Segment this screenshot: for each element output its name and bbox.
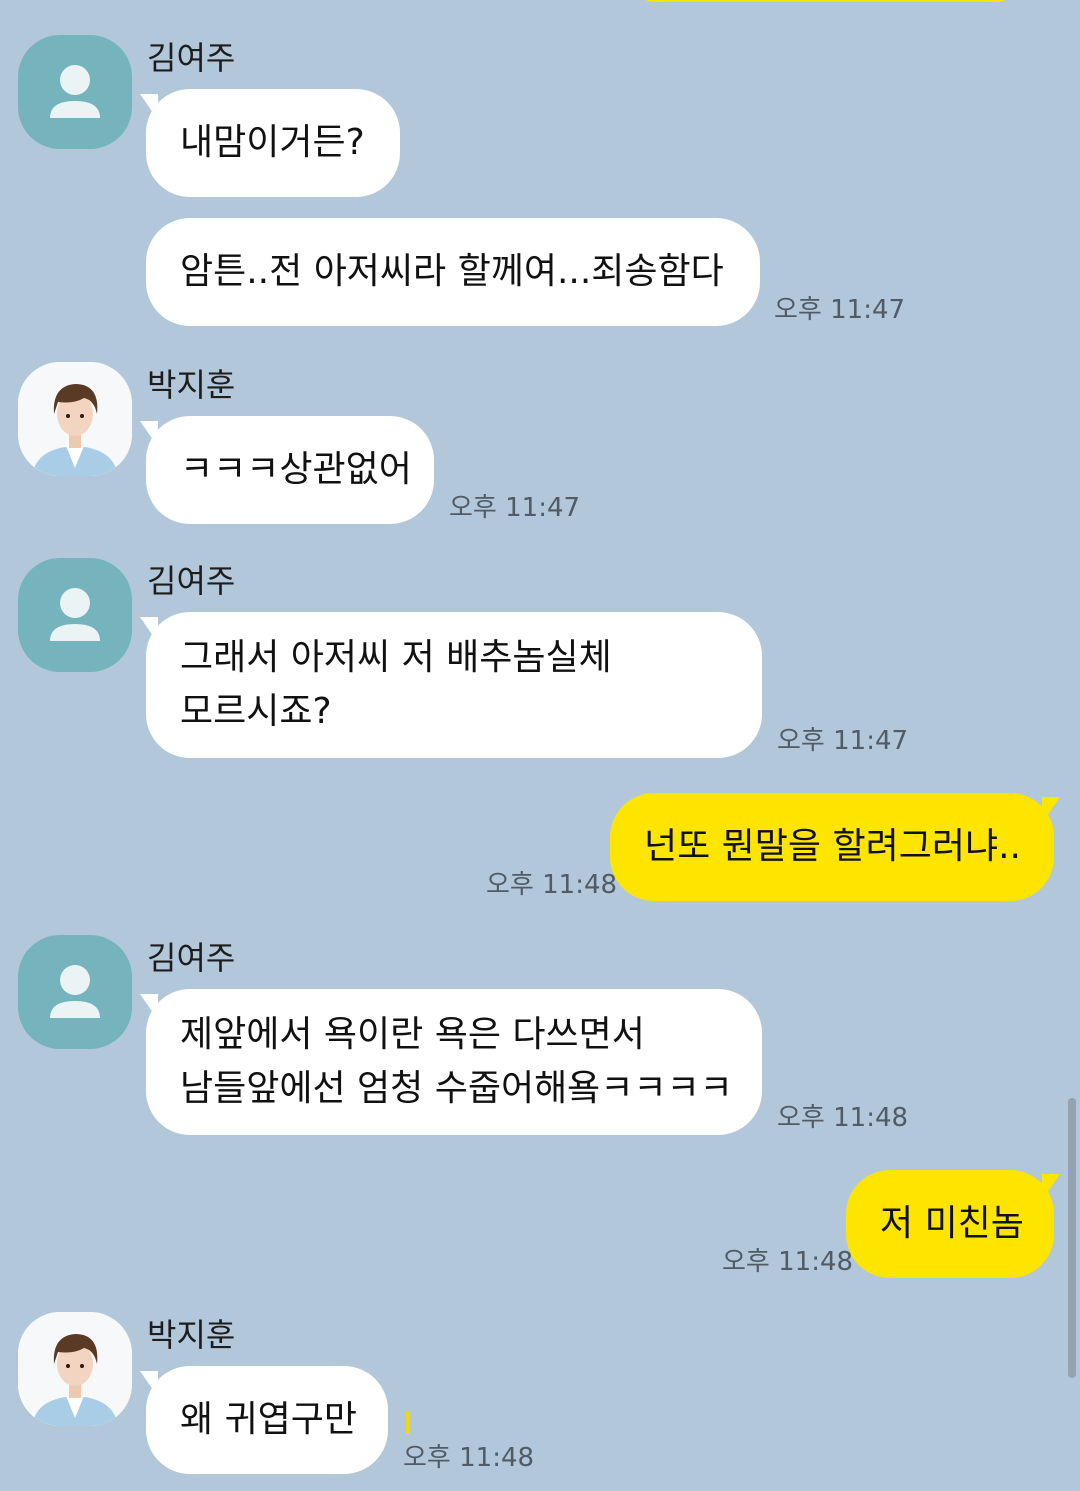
sender-name: 박지훈 xyxy=(147,1316,236,1354)
message-text: 암튼..전 아저씨라 할께여...죄송함다 xyxy=(180,251,724,292)
message-text-line: 그래서 아저씨 저 배추놈실체 xyxy=(180,637,612,678)
message-timestamp: 오후 11:48 xyxy=(777,1103,909,1133)
message-text: 왜 귀엽구만 xyxy=(180,1399,358,1440)
profile-photo xyxy=(18,362,132,476)
avatar-kim-yeoju[interactable] xyxy=(18,558,132,672)
message-timestamp: 오후 11:47 xyxy=(777,726,909,756)
message-bubble[interactable]: 그래서 아저씨 저 배추놈실체 모르시죠? xyxy=(146,612,762,758)
message-timestamp: 오후 11:48 xyxy=(486,870,618,900)
message-bubble[interactable]: 제앞에서 욕이란 욕은 다쓰면서 남들앞에선 엄청 수줍어해욬ㅋㅋㅋㅋ xyxy=(146,989,762,1135)
message-bubble[interactable]: 암튼..전 아저씨라 할께여...죄송함다 xyxy=(146,218,760,326)
message-timestamp: 오후 11:47 xyxy=(774,295,906,325)
message-bubble-outgoing[interactable]: 넌또 뭔말을 할려그러냐.. xyxy=(610,793,1054,901)
sender-name: 김여주 xyxy=(147,562,236,600)
message-bubble-outgoing[interactable]: 저 미친놈 xyxy=(846,1170,1054,1278)
message-bubble[interactable]: 내맘이거든? xyxy=(146,89,400,197)
bubble-tail xyxy=(1042,1174,1060,1200)
message-text: 저 미친놈 xyxy=(880,1203,1024,1244)
message-bubble[interactable]: 왜 귀엽구만 xyxy=(146,1366,388,1474)
bubble-tail xyxy=(1042,797,1060,823)
message-text-line: 제앞에서 욕이란 욕은 다쓰면서 xyxy=(180,1014,645,1055)
unread-indicator xyxy=(406,1412,410,1434)
message-text: 내맘이거든? xyxy=(180,122,365,163)
sender-name: 박지훈 xyxy=(147,366,236,404)
message-text-line: 모르시죠? xyxy=(180,691,332,732)
avatar-kim-yeoju[interactable] xyxy=(18,35,132,149)
message-text: 넌또 뭔말을 할려그러냐.. xyxy=(644,826,1021,867)
sender-name: 김여주 xyxy=(147,939,236,977)
person-icon xyxy=(50,965,100,1018)
message-timestamp: 오후 11:47 xyxy=(449,493,581,523)
scrollbar[interactable] xyxy=(1068,1098,1076,1378)
message-timestamp: 오후 11:48 xyxy=(403,1443,535,1473)
avatar-park-jihoon[interactable] xyxy=(18,362,132,476)
avatar-kim-yeoju[interactable] xyxy=(18,935,132,1049)
person-icon xyxy=(50,588,100,641)
previous-outgoing-bubble[interactable] xyxy=(628,0,1023,2)
message-timestamp: 오후 11:48 xyxy=(722,1247,854,1277)
chat-room[interactable]: 김여주 내맘이거든? 암튼..전 아저씨라 할께여...죄송함다 오후 11:4… xyxy=(0,0,1080,1491)
message-text: ㅋㅋㅋ상관없어 xyxy=(180,449,412,490)
avatar-park-jihoon[interactable] xyxy=(18,1312,132,1426)
message-text-line: 남들앞에선 엄청 수줍어해욬ㅋㅋㅋㅋ xyxy=(180,1068,733,1109)
sender-name: 김여주 xyxy=(147,39,236,77)
person-icon xyxy=(50,65,100,118)
message-bubble[interactable]: ㅋㅋㅋ상관없어 xyxy=(146,416,434,524)
profile-photo xyxy=(18,1312,132,1426)
